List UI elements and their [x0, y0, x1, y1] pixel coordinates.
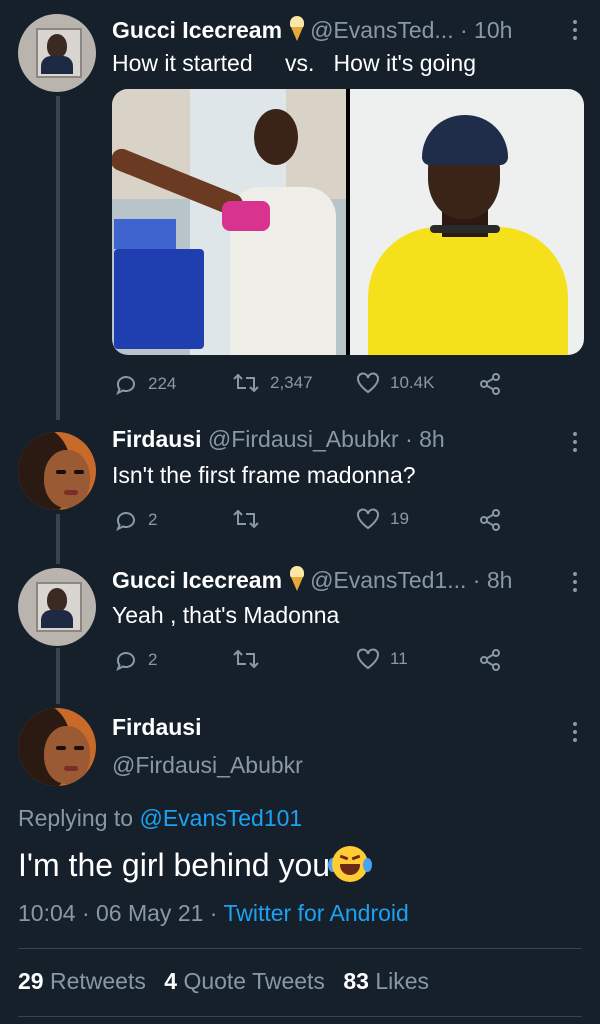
tweet-text-content: I'm the girl behind you — [18, 847, 331, 883]
tweet-date: · 06 May 21 · — [81, 900, 218, 926]
more-options-icon[interactable] — [573, 20, 578, 44]
tweet-time[interactable]: · 8h — [473, 567, 513, 593]
likes-stat[interactable]: 83 Likes — [343, 968, 429, 994]
display-name[interactable]: Gucci Icecream — [112, 17, 282, 43]
replying-to-label: Replying to — [18, 805, 140, 831]
media-photo[interactable] — [350, 89, 584, 355]
display-name[interactable]: Firdausi — [112, 426, 201, 452]
tweet-media[interactable] — [112, 89, 584, 355]
reply-icon — [116, 512, 135, 532]
tweet-header: Firdausi @Firdausi_Abubkr · 8h — [112, 426, 445, 453]
retweet-button[interactable] — [232, 508, 260, 530]
like-count: 19 — [390, 509, 409, 528]
reply-button[interactable]: 224 — [114, 372, 176, 396]
quote-tweets-stat[interactable]: 4 Quote Tweets — [164, 968, 325, 994]
heart-icon — [357, 648, 379, 670]
reply-icon — [116, 652, 135, 672]
thread-line — [56, 96, 60, 420]
divider — [18, 1016, 582, 1017]
share-icon — [480, 509, 500, 531]
retweet-button[interactable]: 2,347 — [232, 372, 313, 394]
retweet-icon — [233, 509, 259, 529]
tweet-time[interactable]: · 8h — [405, 426, 445, 452]
share-icon — [480, 649, 500, 671]
tweet-text-right: vs. How it's going — [285, 50, 477, 76]
tweet-header: Gucci Icecream @EvansTed... · 10h — [112, 16, 512, 44]
retweet-count: 2,347 — [270, 373, 313, 392]
tweet-source-link[interactable]: Twitter for Android — [223, 900, 408, 926]
reply-button[interactable]: 2 — [114, 508, 157, 532]
user-handle[interactable]: @EvansTed1... — [310, 567, 466, 593]
like-button[interactable]: 11 — [356, 648, 408, 670]
tweet-text: Isn't the first frame madonna? — [112, 462, 416, 488]
retweets-count: 29 — [18, 968, 44, 994]
tweet-text: How it started vs. How it's going — [112, 50, 476, 77]
user-handle[interactable]: @EvansTed... — [310, 17, 454, 43]
avatar[interactable] — [18, 568, 96, 646]
tweet-header: Gucci Icecream @EvansTed1... · 8h — [112, 566, 512, 594]
like-count: 11 — [390, 649, 408, 668]
divider — [18, 948, 582, 949]
tweet-time: 10:04 — [18, 900, 76, 926]
share-button[interactable] — [478, 648, 502, 672]
retweet-button[interactable] — [232, 648, 260, 670]
share-button[interactable] — [478, 372, 502, 396]
tweet-meta: 10:04 · 06 May 21 · Twitter for Android — [18, 900, 409, 927]
avatar[interactable] — [18, 708, 96, 786]
heart-icon — [357, 508, 379, 530]
display-name[interactable]: Firdausi — [112, 714, 201, 741]
display-name[interactable]: Gucci Icecream — [112, 567, 282, 593]
reply-count: 224 — [148, 374, 177, 393]
like-button[interactable]: 19 — [356, 508, 409, 530]
likes-count: 83 — [343, 968, 369, 994]
reply-count: 2 — [148, 650, 158, 669]
reply-button[interactable]: 2 — [114, 648, 157, 672]
retweets-stat[interactable]: 29 Retweets — [18, 968, 146, 994]
user-handle[interactable]: @Firdausi_Abubkr — [208, 426, 399, 452]
quote-tweets-label: Quote Tweets — [183, 968, 325, 994]
retweet-icon — [233, 373, 259, 393]
more-options-icon[interactable] — [573, 722, 578, 746]
quote-tweets-count: 4 — [164, 968, 178, 994]
reply-count: 2 — [148, 510, 158, 529]
media-photo[interactable] — [112, 89, 346, 355]
share-icon — [480, 373, 500, 395]
tweet-stats: 29 Retweets 4 Quote Tweets 83 Likes — [18, 968, 429, 995]
thread-line — [56, 648, 60, 704]
thread-line — [56, 514, 60, 564]
reply-icon — [116, 376, 135, 396]
tweet-time[interactable]: · 10h — [460, 17, 512, 43]
like-button[interactable]: 10.4K — [356, 372, 434, 394]
replying-to: Replying to @EvansTed101 — [18, 805, 302, 832]
like-count: 10.4K — [390, 373, 435, 392]
ice-cream-cone-icon — [290, 16, 305, 42]
user-handle[interactable]: @Firdausi_Abubkr — [112, 752, 303, 779]
ice-cream-cone-icon — [290, 566, 305, 592]
avatar[interactable] — [18, 432, 96, 510]
share-button[interactable] — [478, 508, 502, 532]
tweet-text: Yeah , that's Madonna — [112, 602, 340, 628]
avatar[interactable] — [18, 14, 96, 92]
retweet-icon — [233, 649, 259, 669]
tweet-text-left: How it started — [112, 50, 253, 76]
more-options-icon[interactable] — [573, 432, 578, 456]
face-with-tears-of-joy-icon — [328, 846, 373, 882]
likes-label: Likes — [375, 968, 430, 994]
heart-icon — [357, 372, 379, 394]
tweet-text: I'm the girl behind you — [18, 846, 373, 884]
more-options-icon[interactable] — [573, 572, 578, 596]
replying-to-link[interactable]: @EvansTed101 — [139, 805, 302, 831]
retweets-label: Retweets — [49, 968, 146, 994]
